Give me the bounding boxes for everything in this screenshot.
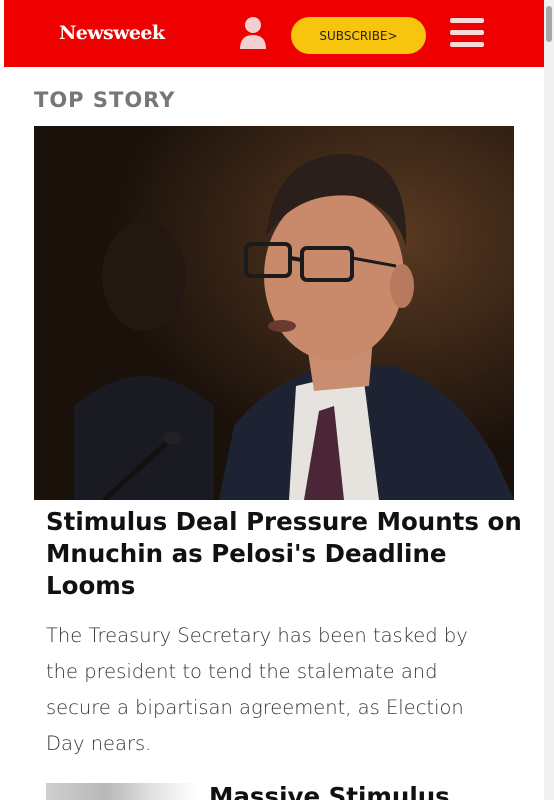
newsweek-logo[interactable]: Newsweek bbox=[59, 22, 165, 44]
top-story-headline[interactable]: Stimulus Deal Pressure Mounts on Mnuchin… bbox=[46, 506, 536, 602]
scrollbar-thumb[interactable] bbox=[546, 6, 552, 42]
subscribe-label: SUBSCRIBE bbox=[319, 28, 388, 43]
user-account-icon[interactable] bbox=[238, 15, 268, 51]
hamburger-menu-icon[interactable] bbox=[450, 18, 484, 48]
next-story-thumbnail[interactable] bbox=[46, 783, 196, 800]
section-label-top-story: TOP STORY bbox=[34, 88, 176, 112]
page: Newsweek SUBSCRIBE > TOP STORY Stimulus … bbox=[4, 0, 544, 800]
scrollbar[interactable] bbox=[544, 0, 554, 800]
site-header: Newsweek SUBSCRIBE > bbox=[4, 0, 544, 67]
next-story-headline[interactable]: Massive Stimulus bbox=[209, 782, 450, 800]
top-story-image[interactable] bbox=[34, 126, 514, 500]
subscribe-button[interactable]: SUBSCRIBE > bbox=[291, 17, 426, 54]
top-story-summary: The Treasury Secretary has been tasked b… bbox=[46, 624, 468, 755]
subscribe-arrow: > bbox=[387, 28, 398, 43]
